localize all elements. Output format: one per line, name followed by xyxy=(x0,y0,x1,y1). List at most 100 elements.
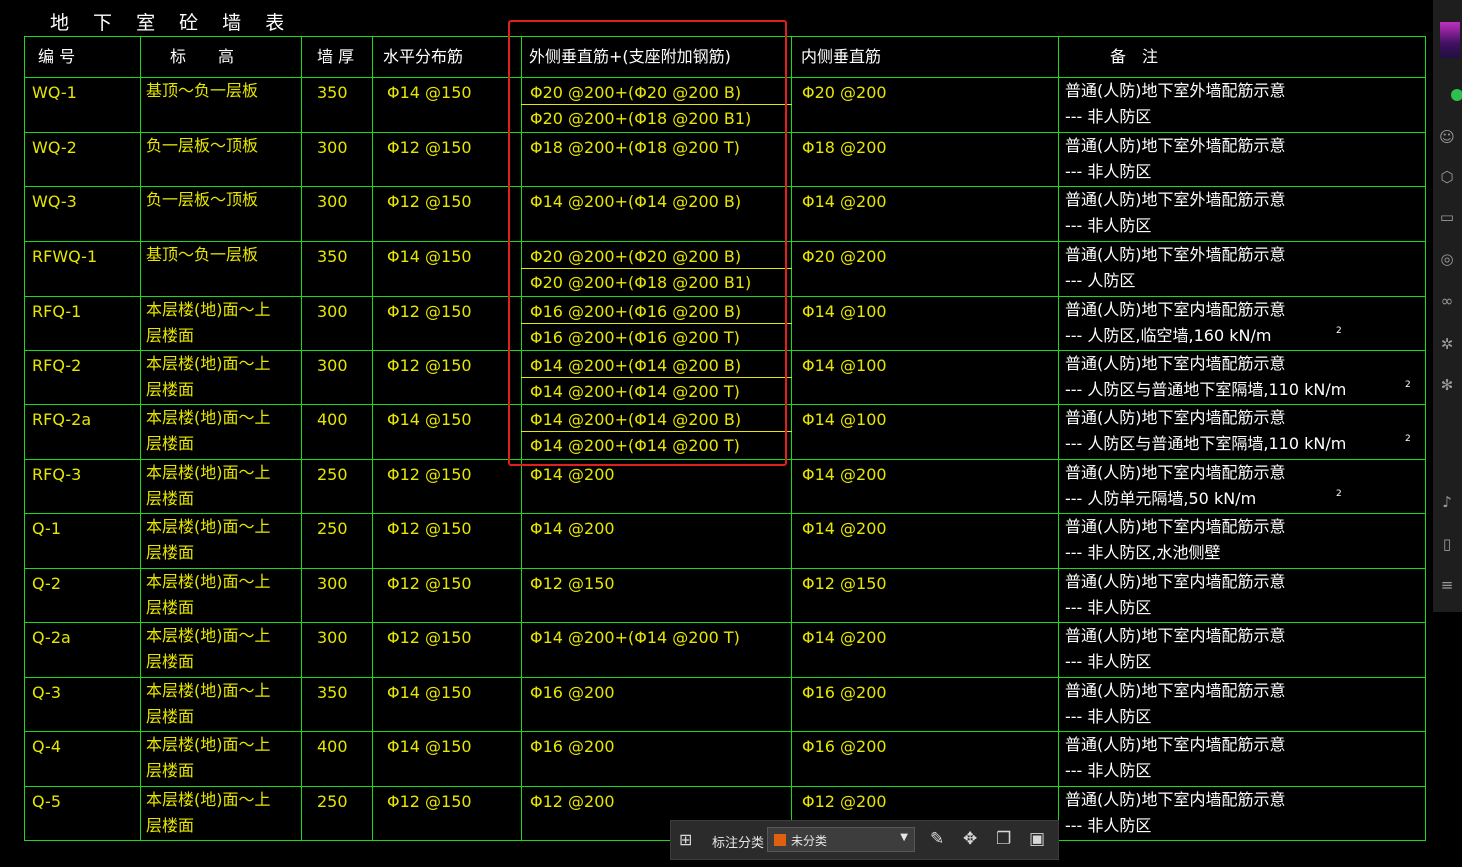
outer-bars-line1: Φ16 @200 xyxy=(530,737,615,756)
move-icon[interactable]: ✥ xyxy=(963,829,977,849)
category-select-value: 未分类 xyxy=(791,834,828,848)
link-icon[interactable]: ∞ xyxy=(1441,292,1454,310)
wall-thickness: 250 xyxy=(317,465,348,484)
note-line1: 普通(人防)地下室内墙配筋示意 xyxy=(1065,354,1286,373)
cube-icon[interactable]: ⬡ xyxy=(1440,168,1453,186)
elevation-line2: 层楼面 xyxy=(146,326,195,345)
wall-thickness: 250 xyxy=(317,519,348,538)
note-line1: 普通(人防)地下室外墙配筋示意 xyxy=(1065,81,1286,100)
note-line2: --- 非人防区 xyxy=(1065,598,1152,617)
note-line1: 普通(人防)地下室内墙配筋示意 xyxy=(1065,463,1286,482)
chat-icon[interactable] xyxy=(1451,89,1462,101)
category-select[interactable]: 未分类 ▼ xyxy=(767,827,915,852)
elevation-line1: 本层楼(地)面～上 xyxy=(146,681,271,700)
elevation-line1: 本层楼(地)面～上 xyxy=(146,463,271,482)
elevation-line2: 层楼面 xyxy=(146,434,195,453)
note-line1: 普通(人防)地下室外墙配筋示意 xyxy=(1065,136,1286,155)
inner-bars: Φ16 @200 xyxy=(802,683,887,702)
inner-bars: Φ16 @200 xyxy=(802,737,887,756)
note-line1: 普通(人防)地下室外墙配筋示意 xyxy=(1065,190,1286,209)
wall-id: RFQ-2 xyxy=(32,356,82,375)
toolbar-label: 标注分类 xyxy=(712,836,765,851)
note-line2: --- 非人防区 xyxy=(1065,816,1152,835)
elevation-line1: 本层楼(地)面～上 xyxy=(146,517,271,536)
elevation-line2: 层楼面 xyxy=(146,707,195,726)
horizontal-bars: Φ12 @150 xyxy=(387,192,472,211)
wall-id: RFWQ-1 xyxy=(32,247,98,266)
note-line2: --- 非人防区 xyxy=(1065,652,1152,671)
wall-thickness: 350 xyxy=(317,247,348,266)
elevation-line1: 本层楼(地)面～上 xyxy=(146,300,271,319)
copy-icon[interactable]: ❐ xyxy=(996,829,1011,849)
outer-bars-line1: Φ14 @200+(Φ14 @200 T) xyxy=(530,628,740,647)
gear-icon[interactable]: ✲ xyxy=(1441,335,1454,353)
wall-id: WQ-3 xyxy=(32,192,77,211)
folder-icon[interactable]: ▭ xyxy=(1440,208,1454,226)
inner-bars: Φ20 @200 xyxy=(802,83,887,102)
wall-thickness: 350 xyxy=(317,83,348,102)
horizontal-bars: Φ14 @150 xyxy=(387,247,472,266)
elevation-line2: 层楼面 xyxy=(146,380,195,399)
grid-line xyxy=(1058,36,1059,841)
avatar[interactable] xyxy=(1440,22,1460,58)
elevation-line1: 本层楼(地)面～上 xyxy=(146,408,271,427)
annotation-toolbar: ⊞ 标注分类 未分类 ▼ ✎ ✥ ❐ ▣ xyxy=(670,820,1059,860)
horizontal-bars: Φ12 @150 xyxy=(387,574,472,593)
inner-bars: Φ20 @200 xyxy=(802,247,887,266)
note-line1: 普通(人防)地下室外墙配筋示意 xyxy=(1065,245,1286,264)
elevation-line2: 层楼面 xyxy=(146,598,195,617)
tablet-icon[interactable]: ▯ xyxy=(1443,535,1451,553)
inner-bars: Φ18 @200 xyxy=(802,138,887,157)
outer-bars-line1: Φ16 @200 xyxy=(530,683,615,702)
wall-id: Q-2 xyxy=(32,574,61,593)
grid-icon[interactable]: ⊞ xyxy=(679,830,692,849)
note-line1: 普通(人防)地下室内墙配筋示意 xyxy=(1065,626,1286,645)
grid-line xyxy=(301,36,302,841)
wall-id: Q-5 xyxy=(32,792,61,811)
inner-bars: Φ14 @100 xyxy=(802,302,887,321)
note-line2: --- 人防区与普通地下室隔墙,110 kN/m xyxy=(1065,380,1347,399)
inner-bars: Φ14 @200 xyxy=(802,465,887,484)
wall-id: WQ-1 xyxy=(32,83,77,102)
elevation-line2: 层楼面 xyxy=(146,652,195,671)
note-line1: 普通(人防)地下室内墙配筋示意 xyxy=(1065,408,1286,427)
header-inner-vertical-bars: 内侧垂直筋 xyxy=(801,47,882,66)
grid-line xyxy=(24,36,25,841)
wall-thickness: 300 xyxy=(317,138,348,157)
aperture-icon[interactable]: ◎ xyxy=(1440,250,1453,268)
edit-icon[interactable]: ✎ xyxy=(930,829,944,849)
paste-icon[interactable]: ▣ xyxy=(1029,829,1045,849)
header-id: 编 号 xyxy=(38,47,76,66)
elevation-line1: 基顶～负一层板 xyxy=(146,81,259,100)
inner-bars: Φ12 @150 xyxy=(802,574,887,593)
grid-line xyxy=(372,36,373,841)
wall-id: Q-1 xyxy=(32,519,61,538)
header-thickness: 墙 厚 xyxy=(317,47,355,66)
horizontal-bars: Φ12 @150 xyxy=(387,138,472,157)
outer-bars-line1: Φ12 @150 xyxy=(530,574,615,593)
wall-id: RFQ-1 xyxy=(32,302,82,321)
menu-icon[interactable]: ≡ xyxy=(1441,576,1454,594)
note-line1: 普通(人防)地下室内墙配筋示意 xyxy=(1065,517,1286,536)
note-line2: --- 非人防区,水池侧壁 xyxy=(1065,543,1221,562)
chevron-down-icon: ▼ xyxy=(900,832,908,843)
elevation-line2: 层楼面 xyxy=(146,761,195,780)
elevation-line1: 本层楼(地)面～上 xyxy=(146,626,271,645)
elevation-line2: 层楼面 xyxy=(146,543,195,562)
note-line2: --- 人防区 xyxy=(1065,271,1136,290)
header-horizontal-bars: 水平分布筋 xyxy=(383,47,464,66)
horizontal-bars: Φ14 @150 xyxy=(387,410,472,429)
highlight-box xyxy=(508,20,787,466)
wall-thickness: 400 xyxy=(317,737,348,756)
elevation-line1: 负一层板～顶板 xyxy=(146,190,259,209)
grid-line xyxy=(24,786,1426,787)
bug-icon[interactable]: ✻ xyxy=(1441,376,1454,394)
wall-id: RFQ-3 xyxy=(32,465,82,484)
superscript: 2 xyxy=(1336,489,1342,499)
superscript: 2 xyxy=(1336,326,1342,336)
music-icon[interactable]: ♪ xyxy=(1442,493,1452,511)
wall-thickness: 300 xyxy=(317,356,348,375)
elevation-line1: 本层楼(地)面～上 xyxy=(146,572,271,591)
header-elevation: 标 高 xyxy=(170,47,235,66)
user-icon[interactable]: ☺ xyxy=(1439,128,1455,146)
